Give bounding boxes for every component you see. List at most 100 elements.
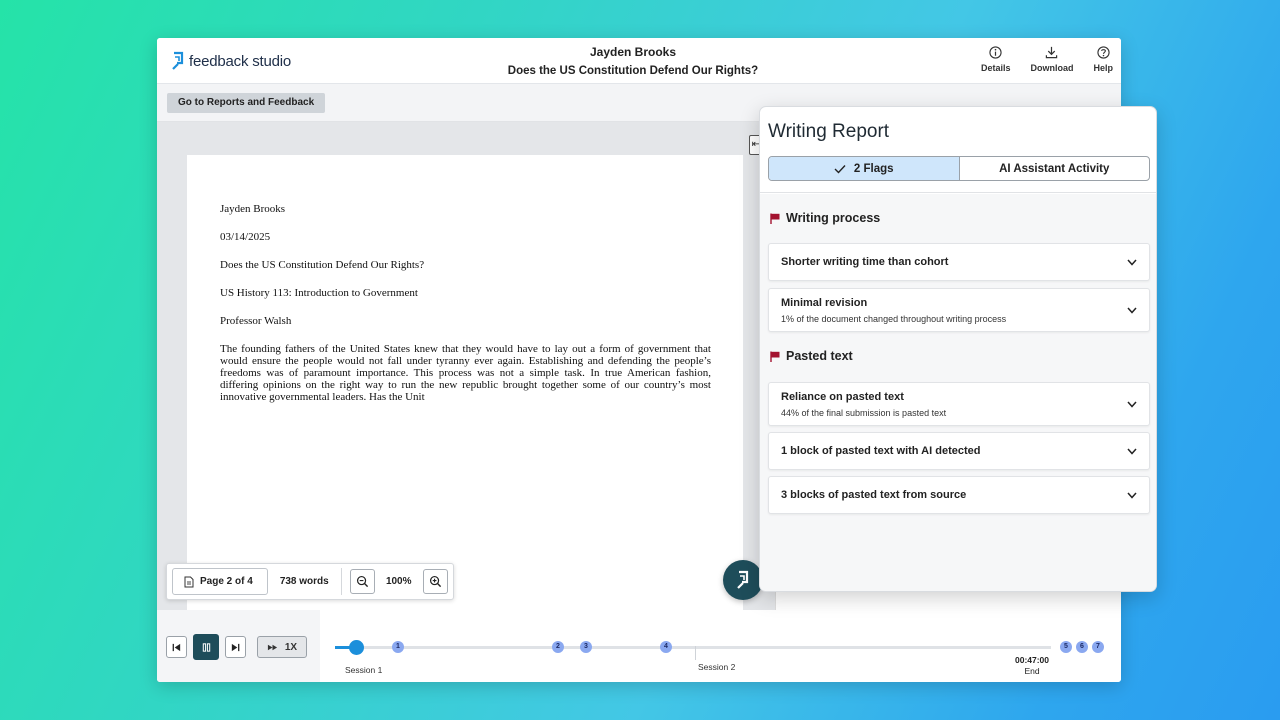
flag-item-text: Shorter writing time than cohort — [781, 256, 948, 268]
flag-item-reliance-on-pasted-text[interactable]: Reliance on pasted text 44% of the final… — [768, 382, 1150, 426]
document-viewer[interactable]: Jayden Brooks 03/14/2025 Does the US Con… — [157, 122, 775, 615]
flag-item-title: Minimal revision — [781, 296, 868, 309]
tab-flags-label: 2 Flags — [853, 162, 894, 175]
flag-item-shorter-writing-time[interactable]: Shorter writing time than cohort — [768, 243, 1150, 281]
download-button[interactable]: Download — [1030, 46, 1073, 73]
flag-item-text: 1 block of pasted text with AI detected — [781, 445, 980, 457]
info-icon — [989, 46, 1002, 59]
section-title-label: Pasted text — [786, 349, 853, 363]
section-pasted-text: Pasted text — [770, 349, 853, 363]
flag-item-text: Minimal revision 1% of the document chan… — [781, 297, 1006, 324]
section-title-label: Writing process — [786, 211, 881, 225]
doc-author: Jayden Brooks — [220, 203, 286, 215]
page-label: Page 2 of 4 — [200, 576, 253, 587]
word-count: 738 words — [279, 576, 329, 587]
timeline-track[interactable] — [335, 646, 1051, 649]
timeline-marker[interactable]: 3 — [580, 641, 592, 653]
details-label: Details — [980, 63, 1011, 73]
zoom-out-icon — [356, 575, 368, 588]
logo: feedback studio — [171, 51, 291, 71]
chevron-down-icon — [1127, 307, 1137, 314]
doc-paragraph: The founding fathers of the United State… — [220, 343, 711, 403]
download-icon — [1046, 46, 1058, 59]
go-to-reports-button[interactable]: Go to Reports and Feedback — [167, 93, 326, 113]
doc-title: Does the US Constitution Defend Our Righ… — [220, 259, 425, 271]
fast-forward-icon — [267, 644, 277, 650]
zoom-in-button[interactable] — [422, 569, 448, 594]
playback-speed-button[interactable]: 1X — [257, 636, 307, 658]
document-toolbar: Page 2 of 4 738 words 100% — [166, 563, 454, 600]
flag-item-subtitle: 1% of the document changed throughout wr… — [781, 313, 1007, 324]
flag-item-subtitle: 44% of the final submission is pasted te… — [781, 407, 947, 418]
report-tabs: 2 Flags AI Assistant Activity — [768, 156, 1150, 181]
end-time: 00:47:00 — [1014, 655, 1050, 665]
zoom-out-button[interactable] — [349, 569, 375, 594]
writing-report-header: Writing Report 2 Flags AI Assistant Acti… — [760, 107, 1156, 193]
doc-date: 03/14/2025 — [220, 231, 271, 243]
flag-item-text: Reliance on pasted text 44% of the final… — [781, 391, 946, 418]
checkmark-icon — [834, 164, 846, 174]
chevron-down-icon — [1127, 492, 1137, 499]
timeline-marker[interactable]: 5 — [1060, 641, 1072, 653]
writing-report-panel: Writing Report 2 Flags AI Assistant Acti… — [759, 106, 1157, 592]
flag-item-title: 3 blocks of pasted text from source — [781, 489, 967, 501]
flag-icon — [770, 213, 780, 224]
page-indicator-button[interactable]: Page 2 of 4 — [172, 568, 268, 595]
skip-back-button[interactable] — [166, 636, 187, 658]
page-icon — [184, 576, 194, 587]
header-actions: Details Download Help — [981, 46, 1113, 73]
flag-icon — [770, 351, 780, 362]
flag-item-title: Shorter writing time than cohort — [781, 256, 949, 268]
tab-flags[interactable]: 2 Flags — [769, 157, 960, 180]
flag-item-title: Reliance on pasted text — [781, 390, 904, 403]
flag-item-minimal-revision[interactable]: Minimal revision 1% of the document chan… — [768, 288, 1150, 332]
skip-forward-button[interactable] — [225, 636, 246, 658]
pause-button[interactable] — [193, 634, 219, 660]
doc-professor: Professor Walsh — [220, 315, 292, 327]
timeline-marker[interactable]: 6 — [1076, 641, 1088, 653]
timeline-marker[interactable]: 1 — [392, 641, 404, 653]
feedback-studio-logo-icon — [172, 51, 184, 70]
flag-item-title: 1 block of pasted text with AI detected — [781, 445, 981, 457]
feedback-studio-fab-button[interactable] — [723, 560, 763, 600]
download-label: Download — [1030, 63, 1074, 73]
skip-forward-icon — [231, 643, 240, 651]
chevron-down-icon — [1127, 448, 1137, 455]
skip-back-icon — [172, 643, 181, 651]
timeline-marker[interactable]: 2 — [552, 641, 564, 653]
tab-ai-assistant-activity[interactable]: AI Assistant Activity — [960, 157, 1150, 180]
timeline-scrubber[interactable] — [349, 640, 365, 655]
session-2-label: Session 2 — [698, 662, 736, 672]
toolbar-divider — [340, 568, 342, 595]
logo-text: feedback studio — [189, 52, 292, 70]
writing-report-body: Writing process Shorter writing time tha… — [760, 194, 1156, 591]
tab-ai-label: AI Assistant Activity — [999, 162, 1110, 175]
details-button[interactable]: Details — [980, 46, 1011, 73]
submission-header: Jayden Brooks Does the US Constitution D… — [407, 45, 859, 77]
student-name: Jayden Brooks — [589, 45, 677, 59]
chevron-down-icon — [1127, 259, 1137, 266]
help-icon — [1097, 46, 1110, 59]
assignment-title: Does the US Constitution Defend Our Righ… — [507, 65, 759, 77]
flag-item-ai-pasted-block[interactable]: 1 block of pasted text with AI detected — [768, 432, 1150, 470]
timeline-marker[interactable]: 7 — [1092, 641, 1104, 653]
top-bar: feedback studio Jayden Brooks Does the U… — [157, 38, 1121, 84]
document-page: Jayden Brooks 03/14/2025 Does the US Con… — [187, 155, 743, 615]
section-writing-process: Writing process — [770, 211, 880, 225]
player-controls: 1X — [157, 610, 320, 682]
flag-item-pasted-from-source[interactable]: 3 blocks of pasted text from source — [768, 476, 1150, 514]
session-divider — [695, 646, 696, 660]
help-label: Help — [1093, 63, 1113, 73]
help-button[interactable]: Help — [1093, 46, 1113, 73]
timeline-marker[interactable]: 4 — [660, 641, 672, 653]
zoom-in-icon — [429, 575, 441, 588]
chevron-down-icon — [1127, 401, 1137, 408]
session-1-label: Session 1 — [345, 665, 383, 675]
zoom-level: 100% — [385, 576, 412, 587]
writing-report-title: Writing Report — [768, 121, 890, 142]
pause-icon — [202, 642, 210, 652]
replay-player: 1X 1 2 3 4 5 6 7 Session 1 Session 2 00:… — [157, 610, 1121, 682]
playback-speed-label: 1X — [284, 641, 298, 653]
end-label: End — [1024, 666, 1040, 676]
flag-item-text: 3 blocks of pasted text from source — [781, 489, 966, 501]
